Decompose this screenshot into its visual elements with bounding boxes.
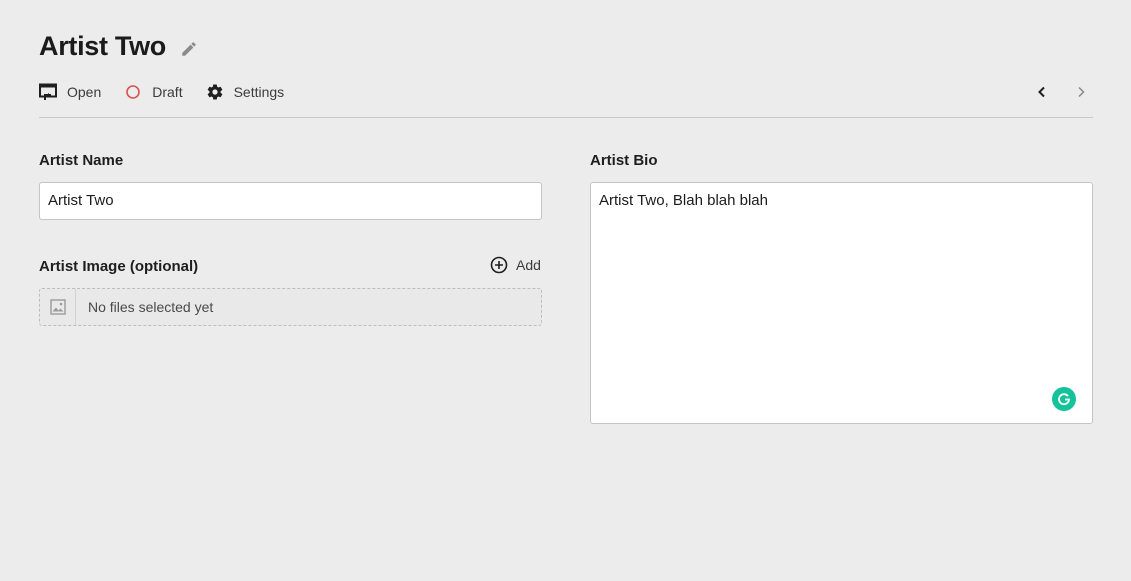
open-button[interactable]: Open xyxy=(39,83,101,101)
gear-icon xyxy=(206,83,224,101)
draft-status-button[interactable]: Draft xyxy=(124,83,183,101)
artist-bio-text: Artist Two, Blah blah blah xyxy=(599,192,768,209)
artist-bio-textarea[interactable]: Artist Two, Blah blah blah xyxy=(590,182,1093,424)
artist-bio-label: Artist Bio xyxy=(590,152,658,169)
settings-button[interactable]: Settings xyxy=(206,83,285,101)
settings-label: Settings xyxy=(233,84,285,100)
add-label: Add xyxy=(516,257,541,273)
image-dropzone[interactable]: No files selected yet xyxy=(39,288,542,326)
dropzone-empty-text: No files selected yet xyxy=(88,299,214,315)
artist-image-label: Artist Image (optional) xyxy=(39,258,199,275)
open-label: Open xyxy=(67,84,102,100)
chevron-right-icon[interactable] xyxy=(1069,80,1093,104)
draft-label: Draft xyxy=(152,84,183,100)
toolbar: Open Draft Settings xyxy=(39,80,1093,104)
pencil-icon[interactable] xyxy=(179,39,199,59)
grammarly-icon[interactable] xyxy=(1052,387,1076,411)
header-divider xyxy=(39,117,1093,118)
page-title: Artist Two xyxy=(39,31,166,61)
plus-circle-icon xyxy=(490,256,508,274)
status-circle-icon xyxy=(124,83,142,101)
image-icon xyxy=(40,289,76,325)
artist-name-input[interactable]: Artist Two xyxy=(39,182,542,220)
preview-icon xyxy=(39,83,57,101)
artist-name-label: Artist Name xyxy=(39,152,124,169)
add-image-button[interactable]: Add xyxy=(490,256,541,274)
record-navigation xyxy=(1030,80,1093,104)
title-row: Artist Two xyxy=(39,31,199,62)
page: Artist Two Open Draft Settings Artist Na… xyxy=(39,0,1093,581)
chevron-left-icon[interactable] xyxy=(1030,80,1054,104)
